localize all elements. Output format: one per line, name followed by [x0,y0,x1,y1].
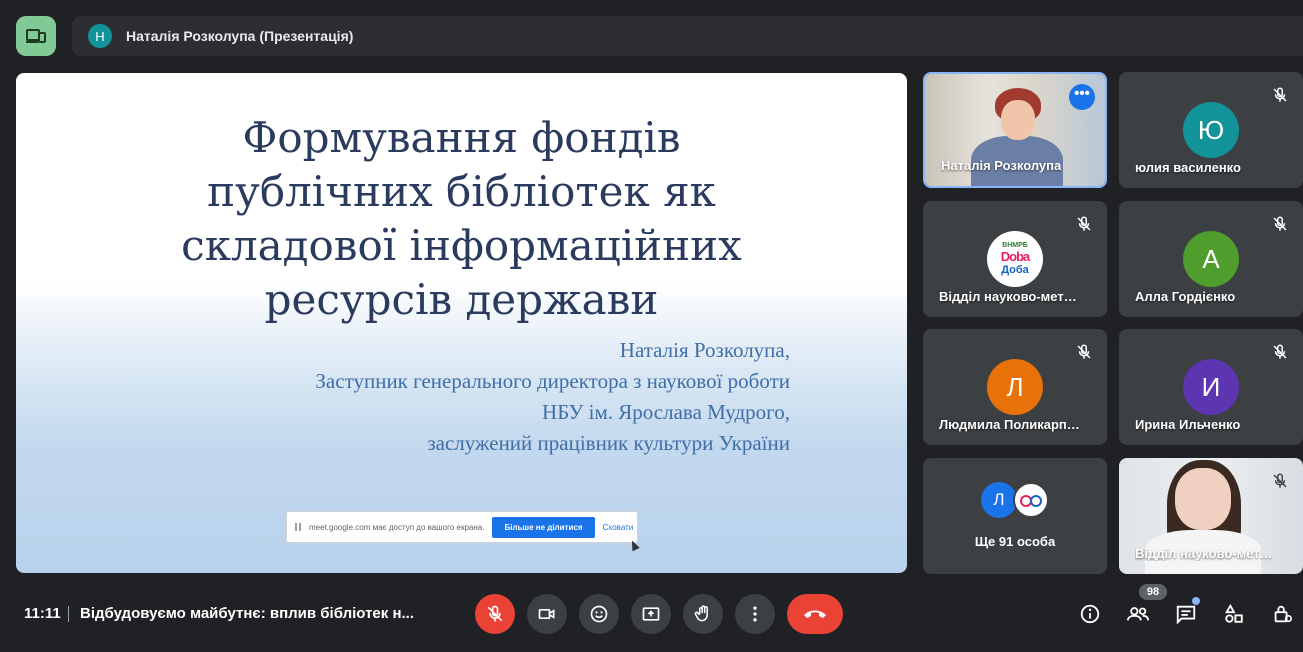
more-options-button[interactable] [735,594,775,634]
participant-name: Алла Гордієнко [1135,289,1236,304]
screen-share-notice: meet.google.com має доступ до вашого екр… [286,511,638,543]
participant-avatar: Ю [1183,102,1239,158]
participant-avatar: Л [987,359,1043,415]
more-options-icon [753,606,757,622]
participant-tile[interactable]: ••• Наталія Розколупа [923,72,1107,188]
mic-off-icon [1077,216,1091,231]
presenter-avatar: Н [88,24,112,48]
presenter-label: Наталія Розколупа (Презентація) [126,28,354,44]
camera-toggle-button[interactable] [527,594,567,634]
slide-author-line: НБУ ім. Ярослава Мудрого, [542,400,790,424]
host-controls-button[interactable] [1264,596,1300,632]
activities-button[interactable] [1216,596,1252,632]
info-icon [1080,604,1100,624]
slide-title-line: публічних бібліотек як [207,167,716,216]
cursor-icon [628,538,640,552]
participant-name: юлия василенко [1135,160,1241,175]
reactions-button[interactable] [579,594,619,634]
current-time: 11:11 [24,605,61,622]
meeting-details-button[interactable] [1072,596,1108,632]
mic-off-icon [1077,344,1091,359]
participant-name: Людмила Поликарп… [939,417,1080,432]
leave-call-button[interactable] [787,594,843,634]
mic-off-icon [1273,216,1287,231]
hide-notice-button[interactable]: Сховати [603,523,634,532]
presenter-bar[interactable]: Н Наталія Розколупа (Презентація) [72,16,1303,56]
stop-sharing-button[interactable]: Більше не ділитися [492,516,595,538]
present-button[interactable] [631,594,671,634]
participant-tile[interactable]: Л Людмила Поликарп… [923,329,1107,445]
chat-icon [1176,605,1196,625]
participants-count-badge: 98 [1139,584,1167,600]
slide-author-line: Наталія Розколупа, [619,338,790,362]
organization-logo [1013,482,1049,518]
share-notice-text: meet.google.com має доступ до вашого екр… [309,522,485,532]
participant-name: Ирина Ильченко [1135,417,1241,432]
shared-screen: Формування фондів публічних бібліотек як… [16,73,907,573]
slide-title: Формування фондів публічних бібліотек як… [16,111,907,327]
divider [68,606,69,622]
slide-author-line: заслужений працівник культури України [427,431,790,455]
mic-toggle-button[interactable] [475,594,515,634]
mic-off-icon [1273,473,1287,488]
more-participants-label: Ще 91 особа [974,534,1056,549]
participant-name: Наталія Розколупа [941,158,1062,173]
participant-tile[interactable]: ВНМРБ Doba Доба Відділ науково-мет… [923,201,1107,317]
chat-notification-dot [1192,597,1200,605]
raise-hand-button[interactable] [683,594,723,634]
mic-off-icon [487,605,503,622]
host-controls-icon [1274,605,1292,623]
participant-tile[interactable]: Відділ науково-мет… [1119,458,1303,574]
slide-title-line: Формування фондів [242,113,681,162]
slide-author: Наталія Розколупа, Заступник генеральног… [315,335,790,459]
participant-avatar: Л [981,482,1017,518]
participant-tile[interactable]: И Ирина Ильченко [1119,329,1303,445]
more-participants-tile[interactable]: Л Ще 91 особа [923,458,1107,574]
participant-tile[interactable]: А Алла Гордієнко [1119,201,1303,317]
emoji-icon [590,605,608,623]
slide-title-line: ресурсів держави [264,275,659,324]
layout-button[interactable] [16,16,56,56]
participant-avatar: И [1183,359,1239,415]
logo-icon [1020,495,1042,507]
slide-author-line: Заступник генерального директора з науко… [315,369,790,393]
mic-off-icon [1273,344,1287,359]
more-options-icon[interactable]: ••• [1069,84,1095,110]
raise-hand-icon [694,605,708,622]
mic-off-icon [1273,87,1287,102]
present-icon [642,607,660,621]
meeting-title: Відбудовуємо майбутнє: вплив бібліотек н… [80,605,415,622]
activities-icon [1225,603,1243,623]
hang-up-icon [804,610,826,618]
participant-name: Відділ науково-мет… [1135,546,1273,561]
layout-icon [26,29,46,43]
pause-icon [295,523,301,531]
camera-icon [538,609,555,619]
people-icon [1127,607,1149,621]
slide-title-line: складової інформаційних [181,221,742,270]
participant-tile[interactable]: Ю юлия василенко [1119,72,1303,188]
people-button[interactable] [1120,596,1156,632]
participant-name: Відділ науково-мет… [939,289,1077,304]
participant-avatar: А [1183,231,1239,287]
organization-logo: ВНМРБ Doba Доба [987,231,1043,287]
bottom-toolbar: 11:11 Відбудовуємо майбутнє: вплив біблі… [0,584,1303,644]
